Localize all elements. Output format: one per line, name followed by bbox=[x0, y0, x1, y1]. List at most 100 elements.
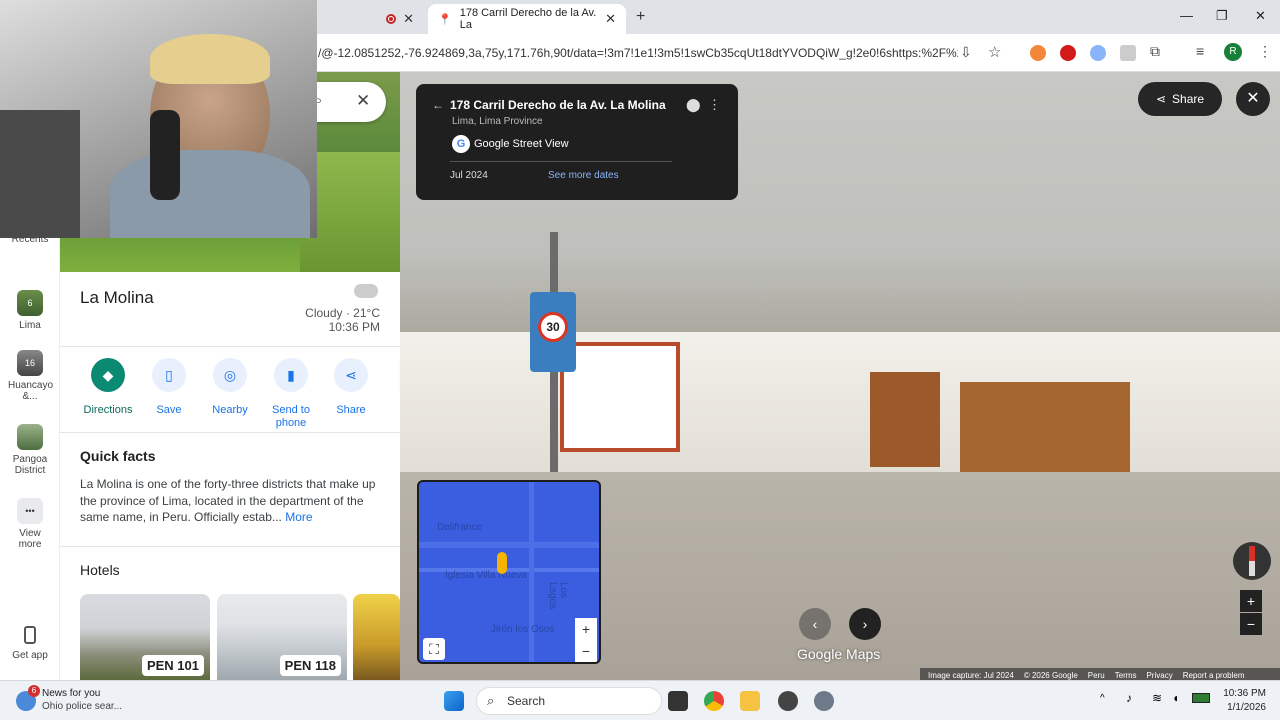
volume-icon[interactable]: ◖ bbox=[1172, 691, 1179, 705]
expand-map-icon[interactable]: ⛶ bbox=[423, 638, 445, 660]
place-thumbnail: 16 bbox=[17, 350, 43, 376]
recording-icon bbox=[386, 14, 396, 24]
taskbar-search[interactable]: ⌕ Search bbox=[476, 687, 662, 715]
cloudy-icon bbox=[354, 284, 378, 298]
hotel-card[interactable] bbox=[353, 594, 400, 680]
window-close-icon[interactable]: ✕ bbox=[1255, 8, 1266, 24]
extension-icon[interactable] bbox=[1090, 45, 1106, 61]
mini-map[interactable]: Delifrance Iglesia Villa Nueva Jirón los… bbox=[417, 480, 601, 664]
directions-icon: ◆ bbox=[91, 358, 125, 392]
maximize-icon[interactable]: ❐ bbox=[1216, 8, 1228, 24]
task-view-icon[interactable] bbox=[668, 691, 688, 711]
hotel-card[interactable]: PEN 101 bbox=[80, 594, 210, 680]
rail-get-app[interactable]: Get app bbox=[0, 626, 60, 661]
tab-close-icon[interactable]: ✕ bbox=[403, 11, 414, 27]
share-icon: ⋖ bbox=[1155, 92, 1167, 106]
microphone-icon[interactable]: ♪ bbox=[1126, 691, 1132, 705]
nearby-icon: ◎ bbox=[213, 358, 247, 392]
share-button[interactable]: ⋖ Share bbox=[1138, 82, 1222, 116]
browser-menu-icon[interactable]: ⋮ bbox=[1258, 43, 1272, 60]
tab-google-maps[interactable]: 📍 178 Carril Derecho de la Av. La ✕ bbox=[428, 4, 626, 34]
rail-item-label: Lima bbox=[19, 320, 41, 331]
address-subtitle: Lima, Lima Province bbox=[452, 116, 543, 127]
divider bbox=[60, 346, 400, 347]
settings-icon[interactable] bbox=[814, 691, 834, 711]
google-logo-icon: G bbox=[452, 135, 470, 153]
share-icon: ⋖ bbox=[334, 358, 368, 392]
next-image-arrow[interactable]: › bbox=[849, 608, 881, 640]
hotels-heading: Hotels bbox=[80, 562, 120, 578]
bookmark-star-icon[interactable]: ☆ bbox=[988, 43, 1001, 61]
action-label: Directions bbox=[83, 404, 133, 416]
see-more-dates-link[interactable]: See more dates bbox=[548, 170, 619, 181]
close-street-view-button[interactable]: ✕ bbox=[1236, 82, 1270, 116]
save-button[interactable]: ▯ Save bbox=[139, 358, 199, 416]
battery-icon[interactable] bbox=[1192, 693, 1210, 703]
clear-search-icon[interactable]: ✕ bbox=[356, 91, 370, 111]
rail-item-label: Huancayo &... bbox=[8, 380, 54, 402]
rail-item-huancayo[interactable]: 16 Huancayo &... bbox=[0, 350, 60, 402]
footer-terms[interactable]: Terms bbox=[1115, 671, 1137, 680]
tab-recording[interactable]: ✕ bbox=[320, 4, 424, 34]
wifi-icon[interactable]: ≋ bbox=[1152, 691, 1162, 705]
rail-item-label: View more bbox=[18, 528, 42, 550]
map-label: Jirón los Osos bbox=[491, 624, 555, 635]
quick-facts-text: La Molina is one of the forty-three dist… bbox=[80, 476, 380, 526]
hotel-price: PEN 101 bbox=[141, 655, 204, 676]
back-arrow-icon[interactable]: ← bbox=[432, 98, 444, 112]
share-button[interactable]: ⋖ Share bbox=[321, 358, 381, 416]
street-view-panorama[interactable]: 30 ← 178 Carril Derecho de la Av. La Mol… bbox=[400, 72, 1280, 680]
url-field[interactable]: /@-12.0851252,-76.924869,3a,75y,171.76h,… bbox=[318, 46, 958, 60]
profile-avatar[interactable]: R bbox=[1224, 43, 1242, 61]
rail-view-more[interactable]: ••• View more bbox=[0, 498, 60, 550]
footer-report[interactable]: Report a problem bbox=[1183, 671, 1245, 680]
map-label: Iglesia Villa Nueva bbox=[445, 570, 528, 581]
share-label: Share bbox=[1172, 92, 1205, 106]
tray-chevron-icon[interactable]: ^ bbox=[1100, 693, 1105, 704]
extension-icon[interactable] bbox=[1060, 45, 1076, 61]
pegman-icon[interactable] bbox=[497, 552, 507, 574]
compass-icon[interactable] bbox=[1233, 542, 1271, 580]
more-link[interactable]: More bbox=[285, 510, 312, 524]
minimap-zoom-in[interactable]: + bbox=[575, 618, 597, 640]
quick-facts-heading: Quick facts bbox=[80, 448, 156, 464]
search-label: Search bbox=[507, 694, 546, 708]
zoom-in-button[interactable]: + bbox=[1240, 590, 1262, 612]
more-options-icon[interactable]: ⋮ bbox=[708, 97, 721, 113]
obs-icon[interactable] bbox=[778, 691, 798, 711]
news-widget[interactable]: News for you Ohio police sear... bbox=[42, 687, 122, 713]
footer-privacy[interactable]: Privacy bbox=[1146, 671, 1172, 680]
previous-image-arrow[interactable]: ‹ bbox=[799, 608, 831, 640]
send-to-phone-button[interactable]: ▮ Send to phone bbox=[260, 358, 322, 430]
directions-button[interactable]: ◆ Directions bbox=[78, 358, 138, 416]
news-title: News for you bbox=[42, 688, 101, 699]
media-control-icon[interactable]: ≡ bbox=[1196, 43, 1204, 59]
rail-item-lima[interactable]: 6 Lima bbox=[0, 290, 60, 331]
location-pin-icon[interactable]: ⬤ bbox=[686, 97, 701, 113]
system-clock[interactable]: 10:36 PM 1/1/2026 bbox=[1223, 687, 1266, 715]
nearby-button[interactable]: ◎ Nearby bbox=[200, 358, 260, 416]
rail-item-pangoa[interactable]: Pangoa District bbox=[0, 424, 60, 476]
zoom-out-button[interactable]: − bbox=[1240, 613, 1262, 635]
clock-time: 10:36 PM bbox=[1223, 688, 1266, 699]
extensions-puzzle-icon[interactable]: ⧉ bbox=[1150, 43, 1160, 60]
quick-facts-body: La Molina is one of the forty-three dist… bbox=[80, 477, 376, 524]
minimize-icon[interactable]: — bbox=[1180, 8, 1193, 23]
minimap-zoom-out[interactable]: − bbox=[575, 640, 597, 662]
hotel-card[interactable]: PEN 118 bbox=[217, 594, 347, 680]
new-tab-button[interactable]: + bbox=[636, 8, 645, 26]
location-info-card: ← 178 Carril Derecho de la Av. La Molina… bbox=[416, 84, 738, 200]
install-icon[interactable]: ⇩ bbox=[960, 44, 972, 61]
file-explorer-icon[interactable] bbox=[740, 691, 760, 711]
place-thumbnail: 6 bbox=[17, 290, 43, 316]
extension-icon[interactable] bbox=[1030, 45, 1046, 61]
maps-pin-icon: 📍 bbox=[438, 13, 452, 26]
phone-icon bbox=[24, 626, 36, 644]
tab-close-icon[interactable]: ✕ bbox=[605, 11, 616, 27]
footer-country[interactable]: Peru bbox=[1088, 671, 1105, 680]
extension-icon[interactable] bbox=[1120, 45, 1136, 61]
chrome-icon[interactable] bbox=[704, 691, 724, 711]
footer-capture: Image capture: Jul 2024 bbox=[928, 670, 1014, 680]
windows-start-icon[interactable] bbox=[444, 691, 464, 711]
google-maps-watermark: Google Maps bbox=[797, 646, 881, 662]
